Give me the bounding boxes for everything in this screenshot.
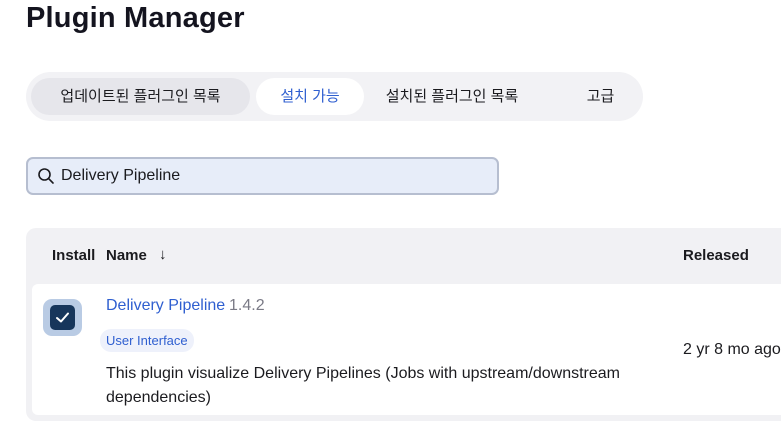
tab-available[interactable]: 설치 가능	[256, 78, 364, 115]
install-checkbox[interactable]	[43, 299, 82, 336]
column-header-name[interactable]: Name	[106, 247, 147, 264]
page-title: Plugin Manager	[26, 2, 245, 34]
plugin-tabs: 업데이트된 플러그인 목록 설치 가능 설치된 플러그인 목록 고급	[26, 72, 643, 121]
released-date: 2 yr 8 mo ago	[683, 341, 781, 358]
checkmark-icon	[50, 305, 75, 330]
search-box	[26, 157, 499, 195]
column-header-released[interactable]: Released	[683, 247, 749, 264]
search-icon	[37, 167, 55, 185]
table-row: Delivery Pipeline 1.4.2 User Interface T…	[32, 284, 781, 415]
column-header-install: Install	[52, 247, 96, 264]
tab-updates[interactable]: 업데이트된 플러그인 목록	[31, 78, 250, 115]
tab-advanced[interactable]: 고급	[576, 78, 625, 115]
category-tag[interactable]: User Interface	[100, 329, 194, 352]
tab-installed[interactable]: 설치된 플러그인 목록	[370, 78, 534, 115]
search-input[interactable]	[61, 159, 491, 193]
plugin-version: 1.4.2	[229, 297, 265, 314]
sort-descending-icon[interactable]: ↓	[159, 246, 167, 263]
plugins-table: Install Name ↓ Released Delivery Pipelin…	[26, 228, 781, 421]
plugin-description: This plugin visualize Delivery Pipelines…	[106, 365, 620, 406]
plugin-name-link[interactable]: Delivery Pipeline	[106, 297, 225, 315]
